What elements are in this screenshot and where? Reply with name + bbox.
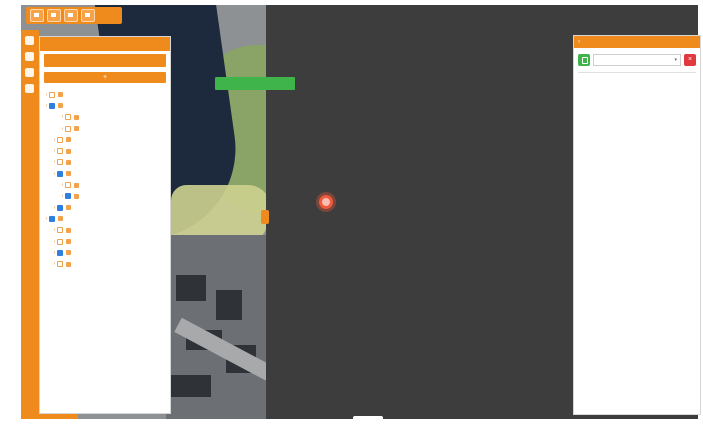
home-icon[interactable] <box>30 9 44 22</box>
chevron-down-icon: ▾ <box>674 57 677 63</box>
layer-checkbox[interactable] <box>57 159 63 166</box>
building <box>171 375 211 397</box>
location-marker-icon[interactable] <box>319 195 333 209</box>
layer-icon <box>58 103 63 109</box>
export-icon[interactable] <box>578 54 590 66</box>
layer-tree-item[interactable]: › <box>40 225 170 236</box>
layer-tree-item[interactable]: › <box>40 123 170 134</box>
tab-active[interactable] <box>215 77 295 90</box>
building <box>176 275 206 301</box>
layer-checkbox[interactable] <box>57 148 63 155</box>
layer-tree-item[interactable]: › <box>40 247 170 258</box>
feature-info-panel: ‹ ▾ × <box>573 35 701 415</box>
layer-panel-header[interactable] <box>40 37 170 51</box>
layer-checkbox[interactable] <box>57 238 63 245</box>
layer-checkbox[interactable] <box>65 193 71 200</box>
layer-icon <box>66 239 71 244</box>
layer-icon <box>58 216 63 222</box>
layer-tree-item[interactable]: › <box>40 157 170 168</box>
info-panel-header[interactable]: ‹ <box>574 36 700 48</box>
layer-icon <box>74 126 79 132</box>
layers-icon[interactable] <box>47 9 61 22</box>
layer-panel-tabs <box>40 51 295 90</box>
layer-tree-item[interactable]: › <box>40 145 170 156</box>
building <box>216 290 242 320</box>
layer-icon <box>66 159 71 165</box>
plus-icon[interactable] <box>25 36 34 45</box>
minus-icon[interactable] <box>25 52 34 61</box>
map-app: + › › › › › › › › › › › › › › › › ‹ ▾ × <box>0 0 703 425</box>
layer-icon <box>74 182 79 188</box>
layer-tree-item[interactable]: › <box>40 191 170 202</box>
panel-drawer-tab[interactable] <box>24 414 78 419</box>
add-layer-button[interactable]: + <box>44 72 166 83</box>
layer-checkbox[interactable] <box>57 261 63 268</box>
layer-checkbox[interactable] <box>49 215 55 222</box>
layer-icon <box>66 261 71 267</box>
info-panel-toolbar: ▾ × <box>574 48 700 70</box>
layer-select[interactable]: ▾ <box>593 54 681 66</box>
layer-tree-item[interactable]: › <box>40 258 170 269</box>
info-icon[interactable] <box>25 84 34 93</box>
print-icon[interactable] <box>25 68 34 77</box>
layer-checkbox[interactable] <box>65 114 71 121</box>
layer-icon <box>66 227 71 233</box>
divider <box>578 72 696 73</box>
bottom-border <box>0 419 703 425</box>
chevron-left-icon[interactable]: ‹ <box>578 39 580 45</box>
layer-tree-item[interactable]: › <box>40 89 170 100</box>
layer-tree-item[interactable]: › <box>40 202 170 213</box>
pin-icon[interactable] <box>64 9 78 22</box>
tab-layers[interactable] <box>44 54 166 67</box>
layer-tree-item[interactable]: › <box>40 213 170 224</box>
feature-attribute <box>574 81 700 83</box>
layer-checkbox[interactable] <box>49 102 55 109</box>
layer-icon <box>66 205 71 211</box>
layer-panel: + › › › › › › › › › › › › › › › › <box>39 36 295 414</box>
layer-icon <box>74 114 79 120</box>
layer-tree: › › › › › › › › › › › › › › › › <box>40 89 170 270</box>
layer-checkbox[interactable] <box>57 227 63 234</box>
layer-tree-item[interactable]: › <box>40 236 170 247</box>
layer-checkbox[interactable] <box>57 170 63 177</box>
layer-icon <box>66 171 71 177</box>
layer-icon <box>58 92 63 98</box>
top-toolbar <box>26 7 122 24</box>
close-icon[interactable]: × <box>684 54 696 66</box>
layer-tree-item[interactable]: › <box>40 112 170 123</box>
layer-checkbox[interactable] <box>57 249 63 256</box>
layer-icon <box>66 250 71 256</box>
layer-checkbox[interactable] <box>57 136 63 143</box>
layer-tree-item[interactable]: › <box>40 100 170 111</box>
layer-icon <box>66 148 71 154</box>
layer-tree-item[interactable]: › <box>40 134 170 145</box>
side-rail <box>21 30 39 419</box>
layer-tree-item[interactable]: › <box>40 179 170 190</box>
layer-checkbox[interactable] <box>57 204 63 211</box>
layer-checkbox[interactable] <box>65 182 71 189</box>
layer-checkbox[interactable] <box>65 125 71 132</box>
camera-icon[interactable] <box>81 9 95 22</box>
layer-icon <box>74 193 79 199</box>
layer-icon <box>66 137 71 143</box>
swipe-handle[interactable] <box>261 210 269 224</box>
left-border <box>0 0 21 425</box>
layer-tree-item[interactable]: › <box>40 168 170 179</box>
layer-checkbox[interactable] <box>49 91 55 98</box>
